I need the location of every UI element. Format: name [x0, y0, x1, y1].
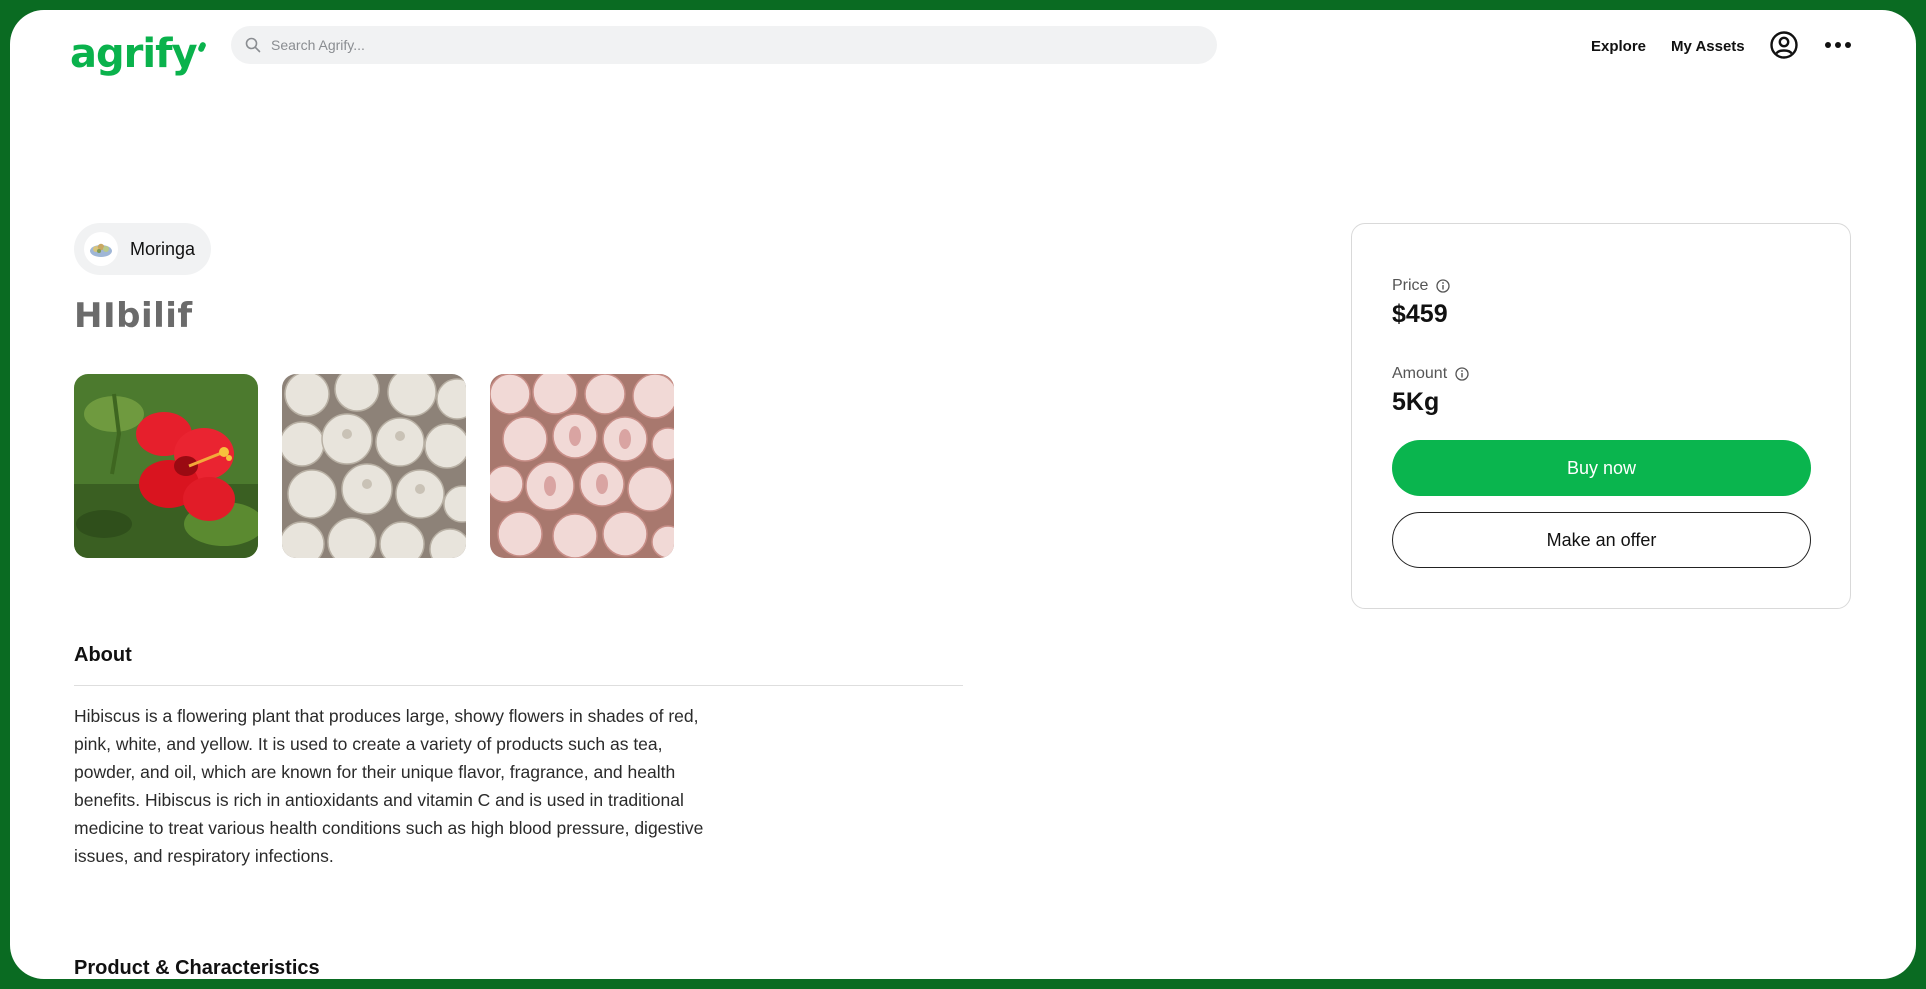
profile-button[interactable]	[1767, 28, 1801, 62]
info-icon[interactable]	[1436, 279, 1451, 293]
search-icon	[245, 37, 261, 53]
characteristics-heading: Product & Characteristics	[74, 957, 320, 979]
category-label: Moringa	[130, 238, 196, 259]
user-circle-icon	[1770, 31, 1798, 59]
hibiscus-flower-image[interactable]	[74, 374, 258, 558]
agrify-logo[interactable]: agrify	[70, 31, 207, 77]
buy-now-button[interactable]: Buy now	[1392, 440, 1811, 496]
make-offer-button[interactable]: Make an offer	[1392, 512, 1811, 568]
product-title: HIbilif	[74, 296, 193, 336]
app-window: agrify Explore My Assets	[10, 10, 1916, 979]
pink-garlic-image[interactable]	[490, 374, 674, 558]
amount-value: 5Kg	[1392, 388, 1440, 416]
about-divider	[74, 685, 963, 686]
more-horizontal-icon	[1825, 42, 1851, 48]
info-icon[interactable]	[1455, 367, 1469, 381]
price-label-row: Price	[1392, 277, 1451, 295]
price-value: $459	[1392, 300, 1448, 328]
search-input[interactable]	[271, 37, 1171, 53]
category-avatar	[84, 232, 118, 266]
nav-explore[interactable]: Explore	[1591, 34, 1646, 58]
garlic-bulbs-image[interactable]	[282, 374, 466, 558]
about-text: Hibiscus is a flowering plant that produ…	[74, 706, 704, 866]
more-button[interactable]	[1821, 28, 1855, 62]
price-label: Price	[1392, 277, 1429, 294]
search-bar[interactable]	[231, 26, 1217, 64]
purchase-card: Price $459 Amount 5Kg Buy now Make an of…	[1351, 223, 1851, 609]
category-chip[interactable]: Moringa	[74, 223, 212, 275]
moringa-icon	[90, 243, 112, 257]
logo-text: agrify	[70, 31, 198, 77]
amount-label-row: Amount	[1392, 365, 1469, 383]
about-heading: About	[74, 644, 132, 666]
amount-label: Amount	[1392, 365, 1448, 382]
logo-mark	[196, 41, 207, 53]
nav-my-assets[interactable]: My Assets	[1671, 34, 1745, 58]
